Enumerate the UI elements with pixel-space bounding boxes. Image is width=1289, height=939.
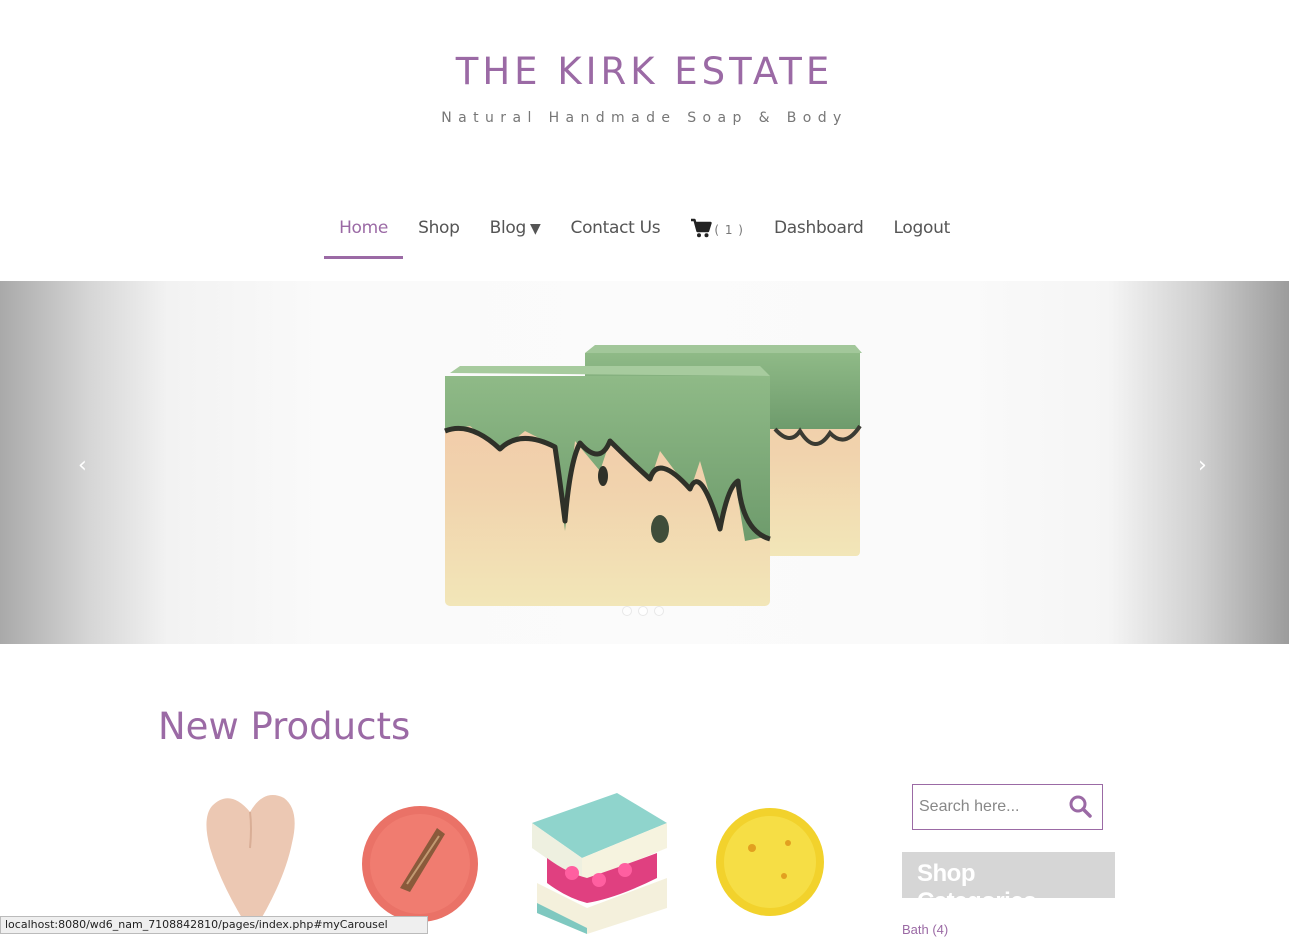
red-round-soap-image bbox=[362, 806, 478, 922]
status-bar-url: localhost:8080/wd6_nam_7108842810/pages/… bbox=[0, 916, 428, 934]
product-card[interactable] bbox=[527, 788, 677, 939]
nav-shop[interactable]: Shop bbox=[403, 210, 475, 256]
nav-logout[interactable]: Logout bbox=[879, 210, 965, 256]
nav-home[interactable]: Home bbox=[324, 210, 404, 259]
category-link[interactable]: Bath (4) bbox=[902, 922, 948, 937]
nav-dashboard[interactable]: Dashboard bbox=[759, 210, 879, 256]
search-input[interactable] bbox=[917, 797, 1071, 817]
hero-carousel[interactable]: ‹ › bbox=[0, 281, 1289, 644]
heart-soap-image bbox=[206, 795, 295, 934]
categories-heading: Shop Categories bbox=[902, 852, 1115, 915]
section-title: New Products bbox=[158, 705, 411, 748]
cart-icon bbox=[691, 218, 713, 238]
layered-soap-image bbox=[527, 788, 677, 934]
carousel-indicator[interactable] bbox=[654, 606, 664, 616]
nav-blog[interactable]: Blog ▼ bbox=[475, 210, 556, 256]
search-box bbox=[912, 784, 1103, 830]
search-icon[interactable] bbox=[1068, 794, 1092, 818]
soap-bar-image bbox=[444, 345, 862, 606]
caret-down-icon: ▼ bbox=[530, 221, 541, 237]
carousel-indicators bbox=[622, 606, 664, 616]
yellow-round-soap-image bbox=[716, 808, 824, 916]
carousel-next-icon[interactable]: › bbox=[1198, 453, 1207, 478]
product-card[interactable] bbox=[700, 788, 852, 939]
nav-contact[interactable]: Contact Us bbox=[556, 210, 676, 256]
site-title[interactable]: THE KIRK ESTATE bbox=[0, 50, 1289, 93]
main-nav: Home Shop Blog ▼ Contact Us ( 1 ) Dashboa… bbox=[0, 210, 1289, 259]
nav-cart[interactable]: ( 1 ) bbox=[675, 210, 759, 257]
carousel-prev-icon[interactable]: ‹ bbox=[78, 453, 87, 478]
nav-blog-label: Blog bbox=[489, 218, 527, 238]
carousel-indicator[interactable] bbox=[622, 606, 632, 616]
cart-count: ( 1 ) bbox=[714, 223, 744, 237]
carousel-indicator[interactable] bbox=[638, 606, 648, 616]
site-tagline: Natural Handmade Soap & Body bbox=[441, 110, 848, 126]
